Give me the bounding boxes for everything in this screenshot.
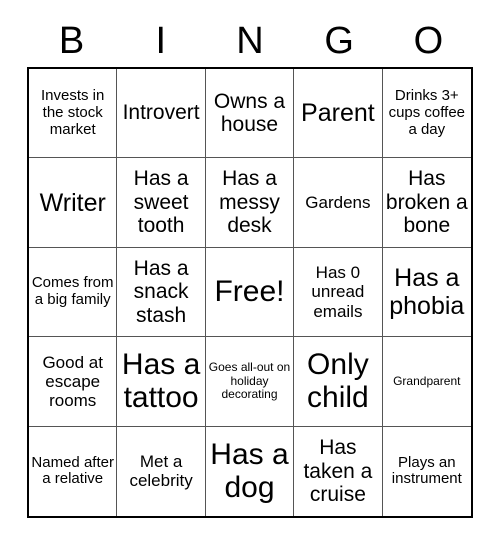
bingo-cell-label: Free! [214,275,285,309]
bingo-cell-label: Has a phobia [389,263,465,320]
bingo-cell-label: Invests in the stock market [41,87,105,138]
bingo-cell-label: Has a tattoo [121,347,201,415]
bingo-cell[interactable]: Introvert [117,69,206,159]
bingo-cell-label: Named after a relative [31,453,114,488]
bingo-cell-label: Parent [301,99,375,128]
bingo-cell[interactable]: Owns a house [205,69,295,159]
bingo-cell[interactable]: Writer [29,158,118,248]
bingo-cell-label: Has a dog [210,437,289,505]
bingo-cell[interactable]: Met a celebrity [117,426,206,516]
bingo-cell[interactable]: Goes all-out on holiday decorating [205,337,295,427]
bingo-cell[interactable]: Grandparent [382,337,471,427]
bingo-cell-label: Introvert [122,101,200,125]
bingo-cell-label: Has a snack stash [133,256,189,327]
bingo-cell[interactable]: Only child [294,337,383,427]
bingo-header-letter-b: B [58,19,85,62]
bingo-cell-label: Comes from a big family [31,274,114,308]
bingo-cell[interactable]: Has taken a cruise [294,426,383,516]
bingo-cell[interactable]: Has a sweet tooth [117,158,206,248]
bingo-cell-label: Gardens [305,193,371,213]
bingo-cell-label: Has taken a cruise [303,436,373,507]
bingo-card: B I N G O Invests in the stock market In… [0,0,500,544]
bingo-cell-label: Good at escape rooms [42,352,103,410]
bingo-cell-label: Grandparent [393,373,461,388]
bingo-cell-label: Only child [307,347,369,415]
bingo-cell[interactable]: Has a tattoo [117,337,206,427]
bingo-cell[interactable]: Named after a relative [29,426,118,516]
bingo-cell-label: Has a messy desk [219,167,280,238]
bingo-cell-label: Drinks 3+ cups coffee a day [388,87,466,138]
bingo-cell[interactable]: Good at escape rooms [29,337,118,427]
bingo-cell[interactable]: Has a phobia [382,248,471,338]
bingo-header-letter-g: G [324,19,354,62]
bingo-cell-label: Has 0 unread emails [311,263,365,321]
bingo-cell[interactable]: Has a dog [206,426,295,516]
bingo-cell[interactable]: Gardens [294,158,383,248]
bingo-cell[interactable]: Has a snack stash [117,247,206,338]
bingo-cell[interactable]: Has a messy desk [205,158,295,248]
bingo-cell-label: Met a celebrity [129,452,193,491]
bingo-cell[interactable]: Parent [294,69,383,159]
bingo-cell[interactable]: Invests in the stock market [29,69,118,159]
bingo-cell[interactable]: Drinks 3+ cups coffee a day [382,69,471,159]
bingo-cell-label: Writer [39,188,106,217]
bingo-cell-label: Plays an instrument [391,453,462,488]
bingo-grid: Invests in the stock market Introvert Ow… [27,67,473,518]
bingo-cell[interactable]: Comes from a big family [29,247,118,338]
bingo-header-letter-o: O [413,19,444,62]
bingo-header: B I N G O [27,14,473,67]
bingo-header-letter-i: I [155,19,167,62]
bingo-header-letter-n: N [236,19,264,62]
bingo-cell-label: Has a sweet tooth [133,167,189,238]
bingo-cell-label: Has broken a bone [385,167,468,238]
bingo-cell-label: Owns a house [213,89,286,137]
bingo-cell-free[interactable]: Free! [205,247,295,338]
bingo-cell[interactable]: Has broken a bone [382,158,471,248]
bingo-cell[interactable]: Has 0 unread emails [294,247,383,338]
bingo-cell[interactable]: Plays an instrument [383,427,471,516]
bingo-cell-label: Goes all-out on holiday decorating [208,360,291,402]
